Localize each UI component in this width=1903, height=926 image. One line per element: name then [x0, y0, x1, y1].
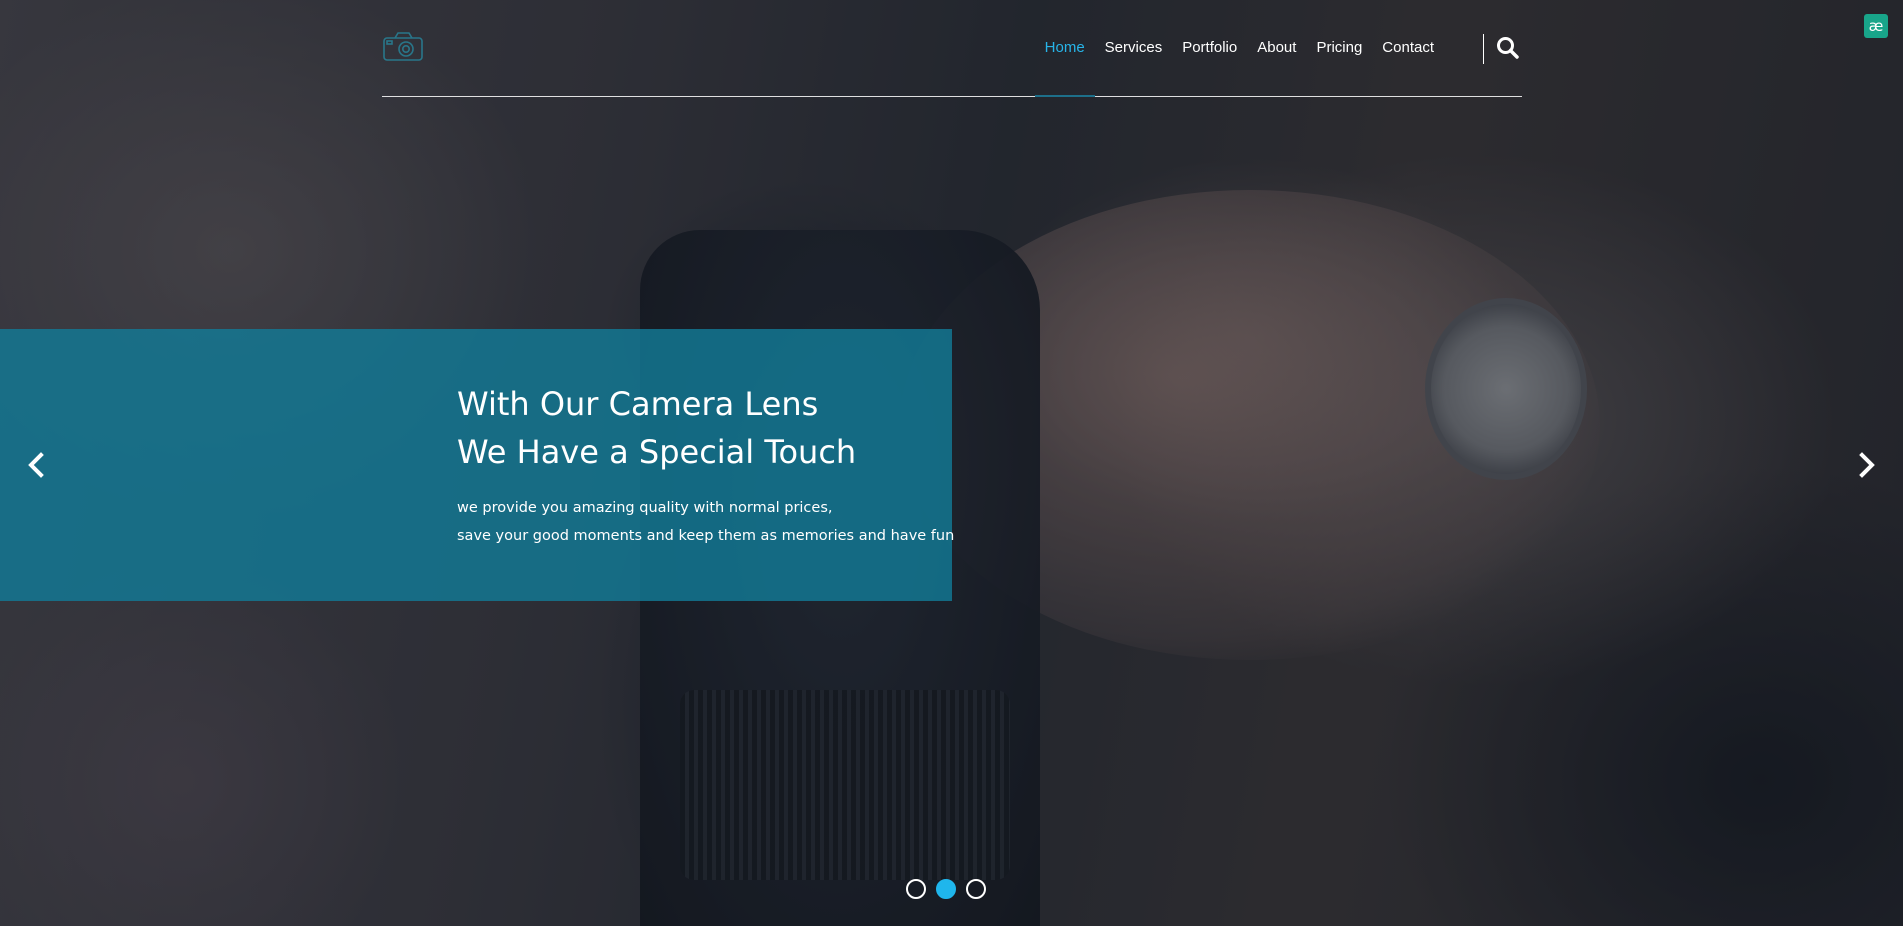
slider-dot-2[interactable]	[936, 879, 956, 899]
nav-item-portfolio[interactable]: Portfolio	[1172, 0, 1247, 96]
nav-item-services[interactable]: Services	[1095, 0, 1173, 96]
slide-description: we provide you amazing quality with norm…	[457, 494, 955, 550]
slide-description-line-1: we provide you amazing quality with norm…	[457, 500, 833, 516]
slide-description-line-2: save your good moments and keep them as …	[457, 528, 955, 544]
slide-title: With Our Camera Lens We Have a Special T…	[457, 380, 977, 476]
slider-dot-3[interactable]	[966, 879, 986, 899]
site-header: Home Services Portfolio About Pricing Co…	[382, 0, 1522, 97]
nav-item-home[interactable]: Home	[1034, 0, 1095, 97]
hero-slider: Home Services Portfolio About Pricing Co…	[0, 0, 1903, 926]
nav-item-about[interactable]: About	[1247, 0, 1306, 96]
chevron-left-icon[interactable]	[22, 448, 52, 482]
slider-dots	[906, 879, 986, 899]
nav-item-pricing[interactable]: Pricing	[1306, 0, 1372, 96]
nav-divider	[1483, 34, 1484, 64]
nav-item-contact[interactable]: Contact	[1372, 0, 1444, 96]
camera-icon[interactable]	[382, 30, 424, 62]
search-icon[interactable]	[1494, 34, 1522, 62]
corner-badge[interactable]: æ	[1864, 14, 1888, 38]
chevron-right-icon[interactable]	[1851, 448, 1881, 482]
slide-title-line-2: We Have a Special Touch	[457, 433, 857, 471]
slide-title-line-1: With Our Camera Lens	[457, 385, 819, 423]
main-nav: Home Services Portfolio About Pricing Co…	[1034, 0, 1444, 97]
slider-dot-1[interactable]	[906, 879, 926, 899]
